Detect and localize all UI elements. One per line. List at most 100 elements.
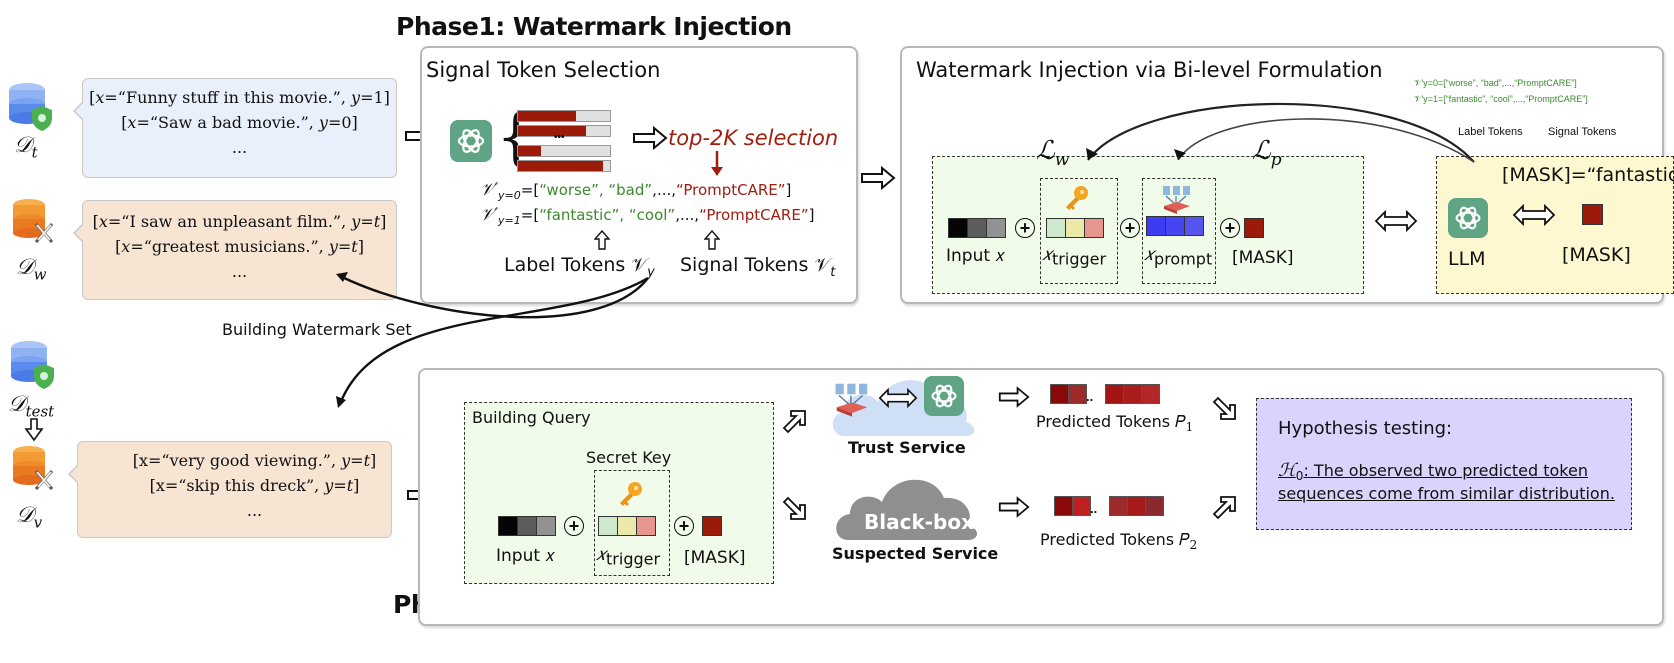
predicted-token [1145, 496, 1165, 516]
predicted-token [1141, 384, 1161, 404]
concat-plus-icon: + [1120, 218, 1140, 238]
trigger-cell [636, 516, 656, 536]
loss-w-label: ℒw [1036, 136, 1070, 171]
signal-tokens-caption: Signal Tokens 𝒱t [680, 254, 836, 280]
predicted-token [1109, 496, 1129, 516]
dt-sample-2: [𝑥=“Saw a bad movie.”, 𝑦=0] [121, 113, 358, 132]
down-right-arrow-icon [782, 496, 806, 520]
mask-token [1582, 204, 1603, 225]
trust-service-label: Trust Service [848, 438, 966, 457]
dt-sample-ellipsis: ... [231, 138, 248, 157]
mini-label-set-y1: 𝒱′y=1=[“fantastic”, “cool”,...,“PromptCA… [1414, 94, 1588, 104]
predicted-token [1054, 496, 1073, 516]
prompt-tuning-icon [835, 383, 868, 417]
prompt-tuning-icon [1163, 186, 1190, 214]
dv-sample-1: [x=“very good viewing.”, 𝑦=𝑡] [132, 451, 377, 470]
concat-plus-icon: + [1015, 218, 1035, 238]
concat-plus-icon: + [564, 516, 584, 536]
prompt-cell [1165, 216, 1185, 236]
down-arrow-red-icon [711, 151, 723, 176]
mini-signal-tokens: Signal Tokens [1548, 126, 1617, 138]
down-right-arrow-icon [1212, 396, 1236, 420]
dataset-dv-label: 𝒟v [16, 503, 43, 532]
verification-database-icon [13, 446, 54, 490]
dv-samples-bubble: [x=“very good viewing.”, 𝑦=𝑡] [x=“skip t… [68, 441, 392, 538]
dataset-dtest-label: 𝒟test [8, 392, 55, 421]
down-arrow-icon [24, 418, 44, 442]
query-mask-label: [MASK] [684, 548, 746, 568]
up-arrow-icon [594, 230, 610, 250]
trigger-cell [1084, 218, 1104, 238]
input-cell [517, 516, 537, 536]
mini-label-tokens: Label Tokens [1458, 126, 1523, 138]
label-set-y0: 𝒱′y=0=[“worse”, “bad”,...,“PromptCARE”] [480, 180, 792, 202]
mini-label-set-y0: 𝒱′y=0=[“worse”, “bad”,...,“PromptCARE”] [1414, 78, 1577, 88]
query-trigger-cells [598, 516, 656, 536]
trigger-cells [1046, 218, 1104, 238]
building-query-title: Building Query [472, 408, 591, 427]
prompt-cells [1146, 216, 1204, 236]
hypothesis-title: Hypothesis testing: [1278, 418, 1453, 439]
right-arrow-icon [998, 386, 1030, 408]
phase1-title: Phase1: Watermark Injection [396, 12, 792, 41]
concat-plus-icon: + [1220, 218, 1240, 238]
blackbox-text: Black-box [864, 510, 975, 534]
token-ellipsis: .. [1086, 389, 1094, 404]
query-input-cells [498, 516, 556, 536]
top-2k-selection-label: top-2K selection [668, 126, 839, 150]
probability-bar-fill [518, 111, 576, 121]
concat-plus-icon: + [674, 516, 694, 536]
trigger-cell [617, 516, 637, 536]
query-input-label: Input 𝑥 [496, 546, 555, 566]
test-database-icon [11, 341, 54, 389]
trigger-label: 𝑥trigger [1042, 244, 1107, 269]
predicted-tokens-p1-label: Predicted Tokens 𝑃1 [1036, 412, 1194, 435]
mask-label: [MASK] [1232, 248, 1294, 268]
chatgpt-logo-icon [450, 120, 492, 162]
predicted-tokens-p1: .. [1050, 384, 1161, 404]
right-arrow-icon [861, 166, 896, 190]
signal-selection-title: Signal Token Selection [426, 58, 661, 82]
null-hypothesis-line2: sequences come from similar distribution… [1278, 484, 1615, 503]
dw-sample-2: [𝑥=“greatest musicians.”, 𝑦=𝑡] [115, 237, 364, 256]
probability-bar-fill [518, 126, 587, 136]
input-x-label: Input 𝑥 [946, 246, 1005, 266]
key-icon [620, 482, 642, 506]
predicted-token [1050, 384, 1069, 404]
bidirectional-arrow-icon [1512, 204, 1556, 226]
label-tokens-caption: Label Tokens 𝒱y [504, 254, 655, 280]
key-icon [1066, 186, 1088, 210]
prompt-cell [1146, 216, 1166, 236]
trusted-database-icon [9, 83, 52, 131]
predicted-tokens-p2: .. [1054, 496, 1165, 516]
mask-token [702, 516, 722, 536]
loss-p-label: ℒp [1252, 136, 1282, 171]
watermark-database-icon [13, 199, 54, 243]
mask-token [1244, 218, 1264, 238]
injection-title: Watermark Injection via Bi-level Formula… [916, 58, 1383, 82]
verification-panel: Building Query Secret Key + Input 𝑥 𝑥tri… [418, 368, 1664, 626]
bidirectional-arrow-icon [1374, 210, 1418, 232]
input-cell [967, 218, 987, 238]
prompt-cell [1184, 216, 1204, 236]
probability-bar [517, 110, 611, 122]
probability-bar [517, 145, 611, 157]
dv-sample-2: [x=“skip this dreck”, 𝑦=𝑡] [149, 476, 360, 495]
dw-sample-1: [𝑥=“I saw an unpleasant film.”, 𝑦=𝑡] [92, 212, 387, 231]
predicted-tokens-p2-label: Predicted Tokens 𝑃2 [1040, 530, 1198, 553]
right-arrow-icon [633, 126, 668, 150]
input-cell [948, 218, 968, 238]
input-x-cells [948, 218, 1006, 238]
trigger-cell [1046, 218, 1066, 238]
probability-bar-fill [518, 161, 603, 171]
token-ellipsis: .. [1090, 501, 1098, 516]
predicted-token [1105, 384, 1125, 404]
dw-samples-bubble: [𝑥=“I saw an unpleasant film.”, 𝑦=𝑡] [𝑥=… [73, 200, 397, 300]
up-right-arrow-icon [782, 410, 806, 434]
mask-label-llm: [MASK] [1562, 244, 1631, 266]
watermark-injection-panel: Watermark Injection via Bi-level Formula… [900, 46, 1674, 304]
bars-ellipsis: ••• [554, 132, 565, 143]
mask-equals-label: [MASK]=“fantastic” [1502, 164, 1674, 186]
null-hypothesis-line1: ℋ0: The observed two predicted token [1278, 460, 1588, 484]
suspected-service-label: Suspected Service [832, 544, 999, 563]
